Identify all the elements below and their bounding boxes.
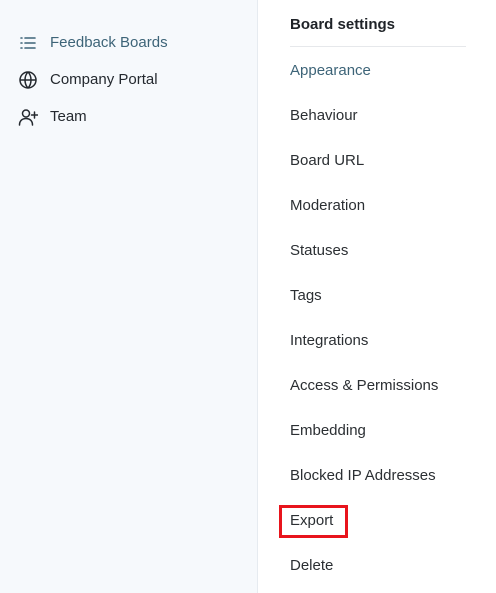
- user-plus-icon: [18, 107, 38, 127]
- settings-item-tags[interactable]: Tags: [290, 285, 322, 307]
- settings-item-integrations[interactable]: Integrations: [290, 330, 368, 352]
- settings-item-delete[interactable]: Delete: [290, 555, 333, 577]
- settings-divider: [290, 46, 466, 47]
- settings-title: Board settings: [290, 16, 396, 33]
- settings-item-access-permissions[interactable]: Access & Permissions: [290, 375, 438, 397]
- left-sidebar: Feedback Boards Company Portal Team: [0, 0, 258, 593]
- settings-item-appearance[interactable]: Appearance: [290, 60, 371, 82]
- settings-item-board-url[interactable]: Board URL: [290, 150, 364, 172]
- globe-icon: [18, 70, 38, 90]
- settings-item-export[interactable]: Export: [290, 510, 333, 532]
- nav-item-label: Feedback Boards: [50, 34, 168, 51]
- nav-item-label: Team: [50, 108, 87, 125]
- nav-item-label: Company Portal: [50, 71, 158, 88]
- board-settings-menu: Board settings Appearance Behaviour Boar…: [259, 0, 496, 593]
- nav-item-company-portal[interactable]: Company Portal: [0, 61, 258, 98]
- settings-item-moderation[interactable]: Moderation: [290, 195, 365, 217]
- nav-item-team[interactable]: Team: [0, 98, 258, 135]
- list-icon: [18, 33, 38, 53]
- settings-item-statuses[interactable]: Statuses: [290, 240, 348, 262]
- settings-item-blocked-ip-addresses[interactable]: Blocked IP Addresses: [290, 465, 436, 487]
- settings-item-behaviour[interactable]: Behaviour: [290, 105, 358, 127]
- nav-item-feedback-boards[interactable]: Feedback Boards: [0, 24, 258, 61]
- settings-item-embedding[interactable]: Embedding: [290, 420, 366, 442]
